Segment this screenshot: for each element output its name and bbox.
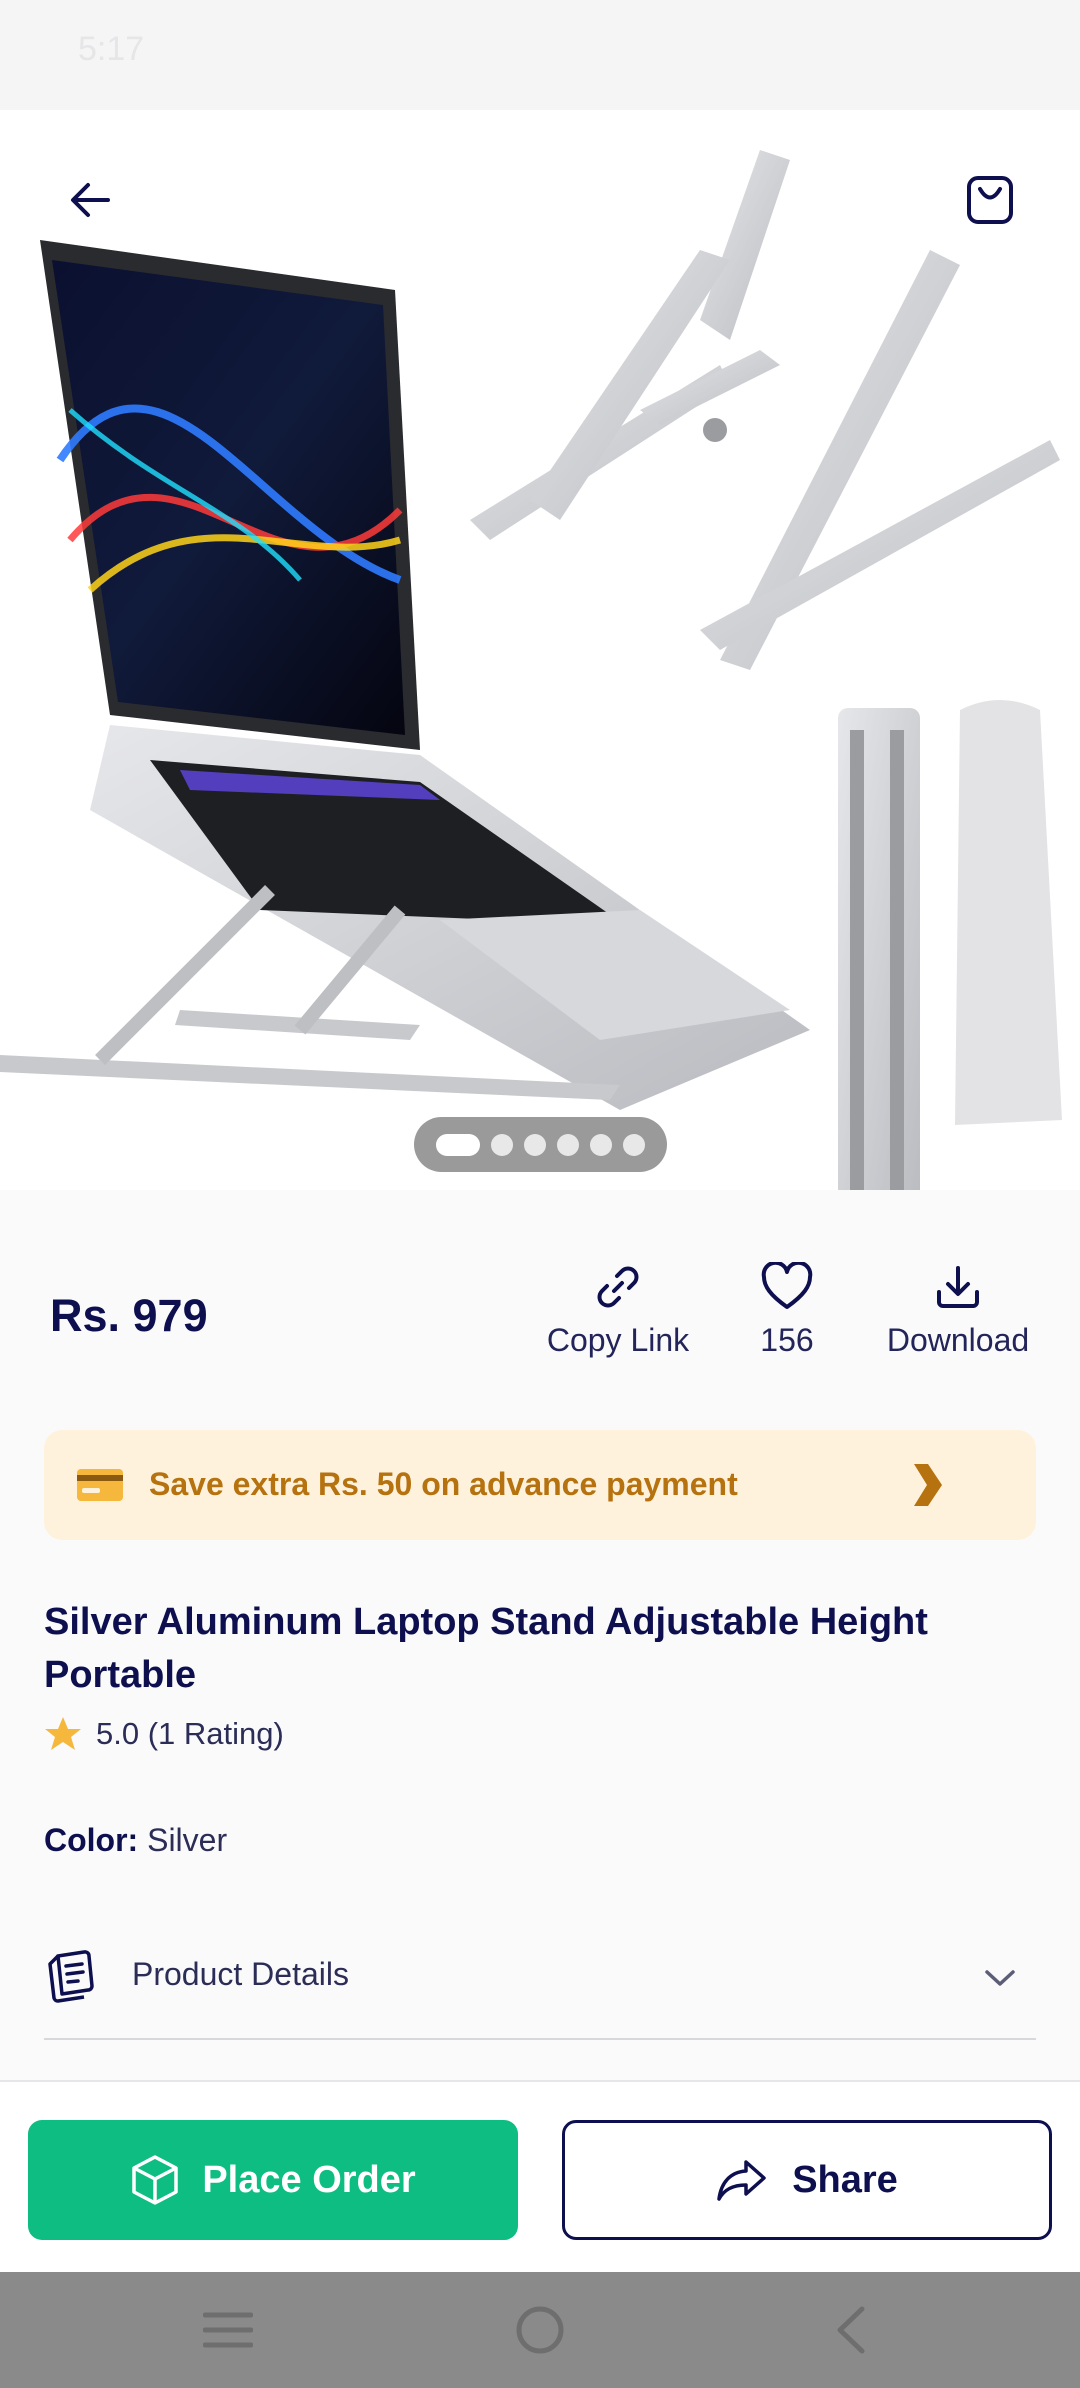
back-icon <box>837 2306 865 2354</box>
home-button[interactable] <box>500 2296 580 2364</box>
gallery-dot[interactable] <box>623 1133 645 1156</box>
link-icon <box>597 1266 639 1308</box>
product-details-accordion[interactable]: Product Details <box>44 1940 1036 2040</box>
system-navigation-bar <box>0 2272 1080 2388</box>
cart-button[interactable] <box>952 160 1028 240</box>
back-button[interactable] <box>52 162 128 238</box>
product-title: Silver Aluminum Laptop Stand Adjustable … <box>44 1601 928 1696</box>
like-button[interactable]: 156 <box>737 1262 837 1359</box>
color-info: Color: Silver <box>44 1822 227 1859</box>
menu-icon <box>203 2312 253 2348</box>
download-button[interactable]: Download <box>878 1262 1038 1359</box>
product-image <box>0 150 1062 1190</box>
promo-text: Save extra Rs. 50 on advance payment <box>149 1466 738 1502</box>
advance-payment-banner[interactable]: Save extra Rs. 50 on advance payment <box>44 1430 1036 1540</box>
product-image-gallery[interactable] <box>0 110 1080 1190</box>
box-icon <box>132 2155 179 2205</box>
star-icon <box>45 1717 81 1750</box>
status-bar: 5:17 <box>0 0 1080 110</box>
product-price: Rs. 979 <box>50 1290 208 1341</box>
home-icon <box>516 2306 564 2354</box>
place-order-label: Place Order <box>202 2158 416 2201</box>
card-icon <box>77 1469 123 1501</box>
gallery-dot[interactable] <box>524 1133 546 1156</box>
color-value: Silver <box>147 1822 228 1858</box>
document-icon <box>48 1950 94 2003</box>
color-label: Color: <box>44 1822 139 1858</box>
gallery-dot[interactable] <box>590 1133 612 1156</box>
back-arrow-icon <box>71 183 110 217</box>
status-time: 5:17 <box>78 30 145 68</box>
product-rating[interactable]: 5.0 (1 Rating) <box>44 1716 284 1752</box>
copy-link-button[interactable]: Copy Link <box>540 1262 696 1359</box>
heart-icon <box>761 1262 813 1309</box>
chevron-down-icon <box>985 1970 1015 1986</box>
gallery-dot[interactable] <box>491 1133 513 1156</box>
chevron-right-icon <box>914 1464 942 1506</box>
place-order-button[interactable]: Place Order <box>28 2120 518 2240</box>
copy-link-label: Copy Link <box>546 1322 690 1358</box>
gallery-dot[interactable] <box>557 1133 579 1156</box>
like-count: 156 <box>760 1322 814 1358</box>
product-details-label: Product Details <box>132 1956 349 1992</box>
gallery-dot[interactable] <box>436 1133 480 1156</box>
bottom-action-bar: Place Order Share <box>0 2080 1080 2272</box>
recent-apps-button[interactable] <box>188 2296 268 2364</box>
download-label: Download <box>886 1322 1030 1358</box>
share-button[interactable]: Share <box>562 2120 1052 2240</box>
gallery-pagination <box>414 1117 667 1172</box>
system-back-button[interactable] <box>810 2296 890 2364</box>
share-label: Share <box>792 2158 898 2201</box>
shopping-bag-icon <box>967 176 1013 224</box>
download-icon <box>937 1266 979 1308</box>
share-icon <box>717 2160 766 2201</box>
rating-text: 5.0 (1 Rating) <box>96 1716 284 1751</box>
